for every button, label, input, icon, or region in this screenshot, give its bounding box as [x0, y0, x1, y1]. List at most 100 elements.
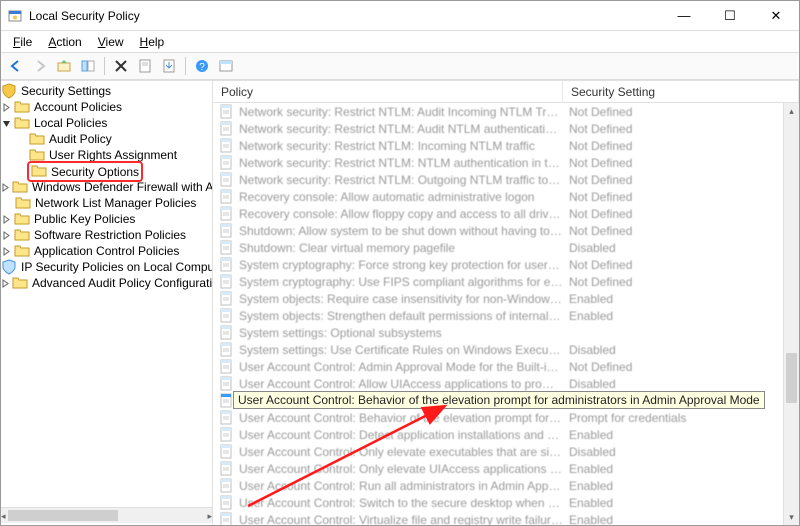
policy-row[interactable]: User Account Control: Switch to the secu… — [213, 494, 783, 511]
tree-acp[interactable]: Application Control Policies — [1, 243, 212, 259]
refresh-button[interactable] — [215, 55, 237, 77]
policy-setting: Not Defined — [563, 190, 783, 204]
minimize-button[interactable]: — — [661, 1, 707, 30]
tree-label: Audit Policy — [49, 131, 112, 147]
scroll-up-icon[interactable]: ▴ — [784, 103, 799, 119]
policy-row[interactable]: System cryptography: Force strong key pr… — [213, 256, 783, 273]
menu-help[interactable]: Help — [132, 33, 173, 51]
tree-local-policies[interactable]: Local Policies — [1, 115, 212, 131]
delete-button[interactable] — [110, 55, 132, 77]
tree-account-policies[interactable]: Account Policies — [1, 99, 212, 115]
properties-button[interactable] — [134, 55, 156, 77]
close-button[interactable]: ✕ — [753, 1, 799, 30]
policy-name: User Account Control: Run all administra… — [239, 479, 563, 493]
policy-row[interactable]: Network security: Restrict NTLM: Audit N… — [213, 120, 783, 137]
expand-icon[interactable] — [1, 278, 10, 289]
policy-row[interactable]: Shutdown: Allow system to be shut down w… — [213, 222, 783, 239]
tree-audit-policy[interactable]: Audit Policy — [1, 131, 212, 147]
tree-aapc[interactable]: Advanced Audit Policy Configuration — [1, 275, 212, 291]
policy-row[interactable]: System objects: Strengthen default permi… — [213, 307, 783, 324]
scrollbar-thumb[interactable] — [786, 353, 797, 403]
menu-action[interactable]: Action — [40, 33, 89, 51]
folder-icon — [31, 163, 47, 179]
policy-row[interactable]: Recovery console: Allow automatic admini… — [213, 188, 783, 205]
tree-root[interactable]: Security Settings — [1, 83, 212, 99]
policy-setting: Disabled — [563, 377, 783, 391]
forward-button[interactable] — [29, 55, 51, 77]
window-title: Local Security Policy — [29, 9, 661, 23]
policy-row[interactable]: Network security: Restrict NTLM: Outgoin… — [213, 171, 783, 188]
tree-pane[interactable]: Security Settings Account Policies Local… — [1, 81, 213, 525]
export-button[interactable] — [158, 55, 180, 77]
policy-name: User Account Control: Only elevate execu… — [239, 445, 563, 459]
policy-setting: Enabled — [563, 428, 783, 442]
list-header[interactable]: Policy Security Setting — [213, 81, 799, 103]
policy-name: Shutdown: Clear virtual memory pagefile — [239, 241, 455, 255]
back-button[interactable] — [5, 55, 27, 77]
col-setting[interactable]: Security Setting — [563, 81, 799, 102]
expand-icon[interactable] — [1, 182, 10, 193]
policy-setting: Not Defined — [563, 122, 783, 136]
expand-icon[interactable] — [1, 214, 12, 225]
tree-ipsec[interactable]: IP Security Policies on Local Computer — [1, 259, 212, 275]
policy-row[interactable]: Network security: Restrict NTLM: Audit I… — [213, 103, 783, 120]
policy-item-icon — [219, 291, 235, 307]
tree-nlmp[interactable]: Network List Manager Policies — [1, 195, 212, 211]
list-scrollbar-v[interactable]: ▴ ▾ — [783, 103, 799, 525]
policy-name: Recovery console: Allow floppy copy and … — [239, 207, 563, 221]
app-icon — [7, 8, 23, 24]
policy-row[interactable]: User Account Control: Only elevate execu… — [213, 443, 783, 460]
policy-row[interactable]: User Account Control: Detect application… — [213, 426, 783, 443]
help-button[interactable]: ? — [191, 55, 213, 77]
policy-name: Shutdown: Allow system to be shut down w… — [239, 224, 563, 238]
col-policy[interactable]: Policy — [213, 81, 563, 102]
menu-file[interactable]: File — [5, 33, 40, 51]
policy-row[interactable]: System cryptography: Use FIPS compliant … — [213, 273, 783, 290]
policy-item-icon — [219, 274, 235, 290]
policy-row[interactable]: Recovery console: Allow floppy copy and … — [213, 205, 783, 222]
menu-view[interactable]: View — [90, 33, 132, 51]
expand-icon[interactable] — [1, 246, 12, 257]
tree-defender[interactable]: Windows Defender Firewall with Advanced … — [1, 179, 212, 195]
policy-setting: Enabled — [563, 496, 783, 510]
tree-security-options[interactable]: Security Options — [1, 163, 212, 179]
policy-item-icon — [219, 138, 235, 154]
policy-item-icon — [219, 155, 235, 171]
policy-row[interactable]: User Account Control: Behavior of the el… — [213, 409, 783, 426]
policy-row[interactable]: System settings: Use Certificate Rules o… — [213, 341, 783, 358]
policy-name: System settings: Use Certificate Rules o… — [239, 343, 563, 357]
policy-row[interactable]: User Account Control: Virtualize file an… — [213, 511, 783, 525]
up-button[interactable] — [53, 55, 75, 77]
policy-name: Network security: Restrict NTLM: Audit I… — [239, 105, 563, 119]
tree-label: Security Settings — [21, 83, 111, 99]
policy-row[interactable]: System objects: Require case insensitivi… — [213, 290, 783, 307]
show-tree-button[interactable] — [77, 55, 99, 77]
policy-row[interactable]: User Account Control: Run all administra… — [213, 477, 783, 494]
policy-item-icon — [219, 308, 235, 324]
policy-row[interactable]: User Account Control: Admin Approval Mod… — [213, 358, 783, 375]
policy-name: Recovery console: Allow automatic admini… — [239, 190, 534, 204]
policy-row[interactable]: User Account Control: Allow UIAccess app… — [213, 375, 783, 392]
folder-icon — [14, 99, 30, 115]
policy-item-icon — [219, 257, 235, 273]
collapse-icon[interactable] — [1, 118, 12, 129]
tree-scrollbar-h[interactable]: ◂▸ — [1, 507, 212, 523]
policy-setting: Disabled — [563, 445, 783, 459]
policy-setting: Not Defined — [563, 207, 783, 221]
content-area: Security Settings Account Policies Local… — [1, 80, 799, 525]
expand-icon[interactable] — [1, 102, 12, 113]
scroll-down-icon[interactable]: ▾ — [784, 509, 799, 525]
maximize-button[interactable]: ☐ — [707, 1, 753, 30]
policy-row[interactable]: Network security: Restrict NTLM: Incomin… — [213, 137, 783, 154]
tree-srp[interactable]: Software Restriction Policies — [1, 227, 212, 243]
policy-name: User Account Control: Detect application… — [239, 428, 563, 442]
policy-row[interactable]: Shutdown: Clear virtual memory pagefileD… — [213, 239, 783, 256]
policy-name: Network security: Restrict NTLM: Incomin… — [239, 139, 535, 153]
policy-row[interactable]: Network security: Restrict NTLM: NTLM au… — [213, 154, 783, 171]
tree-pkp[interactable]: Public Key Policies — [1, 211, 212, 227]
policy-row[interactable]: System settings: Optional subsystems — [213, 324, 783, 341]
expand-icon[interactable] — [1, 230, 12, 241]
titlebar[interactable]: Local Security Policy — ☐ ✕ — [1, 1, 799, 31]
policy-row[interactable]: User Account Control: Only elevate UIAcc… — [213, 460, 783, 477]
policy-list[interactable]: Network security: Restrict NTLM: Audit I… — [213, 103, 783, 525]
